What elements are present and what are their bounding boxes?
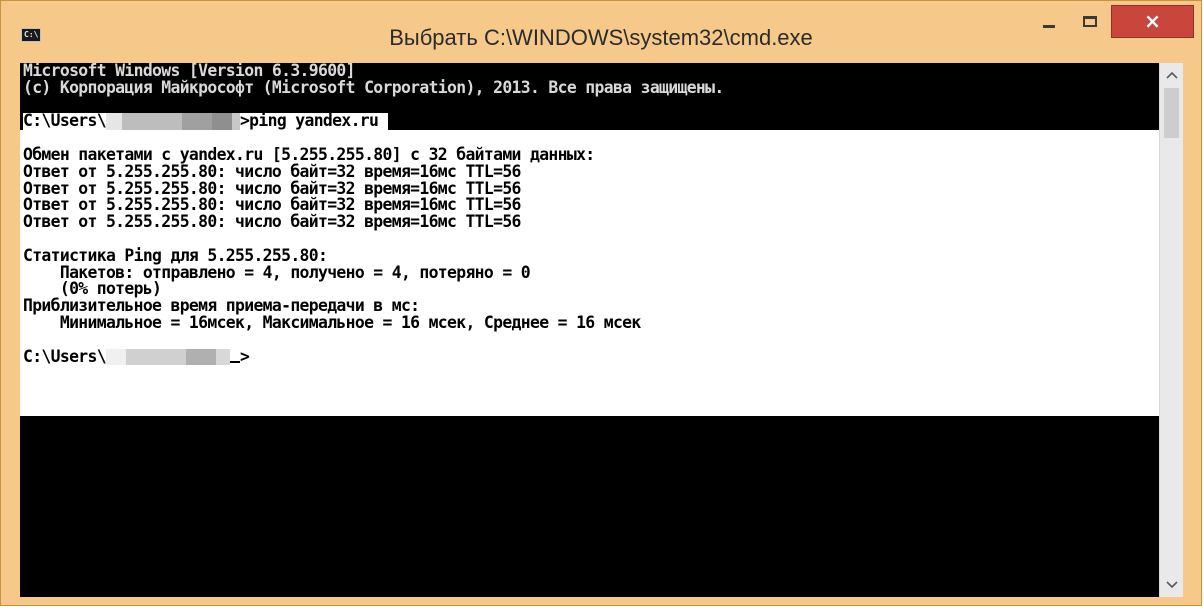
- console-line: Ответ от 5.255.255.80: число байт=32 вре…: [20, 213, 1159, 231]
- redacted-username: [105, 348, 230, 366]
- prompt-suffix: >: [239, 346, 250, 366]
- close-button[interactable]: ×: [1111, 5, 1194, 38]
- close-icon: ×: [1144, 9, 1161, 33]
- cmd-console-icon[interactable]: C:\: [21, 28, 41, 42]
- console-line: [20, 96, 1159, 114]
- minimize-button[interactable]: [1031, 6, 1067, 39]
- console-line: [20, 398, 1159, 416]
- console-line: [20, 365, 1159, 383]
- command-text: >ping yandex.ru: [239, 111, 379, 131]
- console-output[interactable]: Microsoft Windows [Version 6.3.9600] (c)…: [20, 63, 1159, 597]
- text-cursor: [229, 361, 240, 364]
- console-line: (c) Корпорация Майкрософт (Microsoft Cor…: [20, 79, 1159, 97]
- scroll-thumb[interactable]: [1164, 88, 1179, 138]
- cmd-window: C:\ Выбрать C:\WINDOWS\system32\cmd.exe …: [0, 0, 1202, 606]
- scroll-up-icon[interactable]: [1160, 65, 1183, 85]
- console-line: [20, 382, 1159, 399]
- console-line: Минимальное = 16мсек, Максимальное = 16 …: [20, 314, 1159, 332]
- title-bar[interactable]: C:\ Выбрать C:\WINDOWS\system32\cmd.exe …: [1, 1, 1203, 63]
- console-line: Пакетов: отправлено = 4, получено = 4, п…: [20, 264, 1159, 282]
- scroll-down-icon[interactable]: [1160, 575, 1183, 595]
- prompt-prefix: C:\Users\: [23, 111, 107, 131]
- vertical-scrollbar[interactable]: [1159, 63, 1183, 597]
- minimize-icon: [1043, 25, 1055, 28]
- maximize-icon: [1083, 16, 1097, 27]
- console-line: [20, 331, 1159, 349]
- final-prompt-line: C:\Users\ >: [20, 346, 1159, 366]
- client-area: Microsoft Windows [Version 6.3.9600] (c)…: [20, 63, 1183, 597]
- redacted-username: [105, 113, 240, 131]
- maximize-button[interactable]: [1072, 6, 1108, 39]
- command-line: C:\Users\ >ping yandex.ru: [20, 111, 1159, 131]
- window-title: Выбрать C:\WINDOWS\system32\cmd.exe: [389, 25, 813, 50]
- prompt-prefix: C:\Users\: [23, 346, 107, 366]
